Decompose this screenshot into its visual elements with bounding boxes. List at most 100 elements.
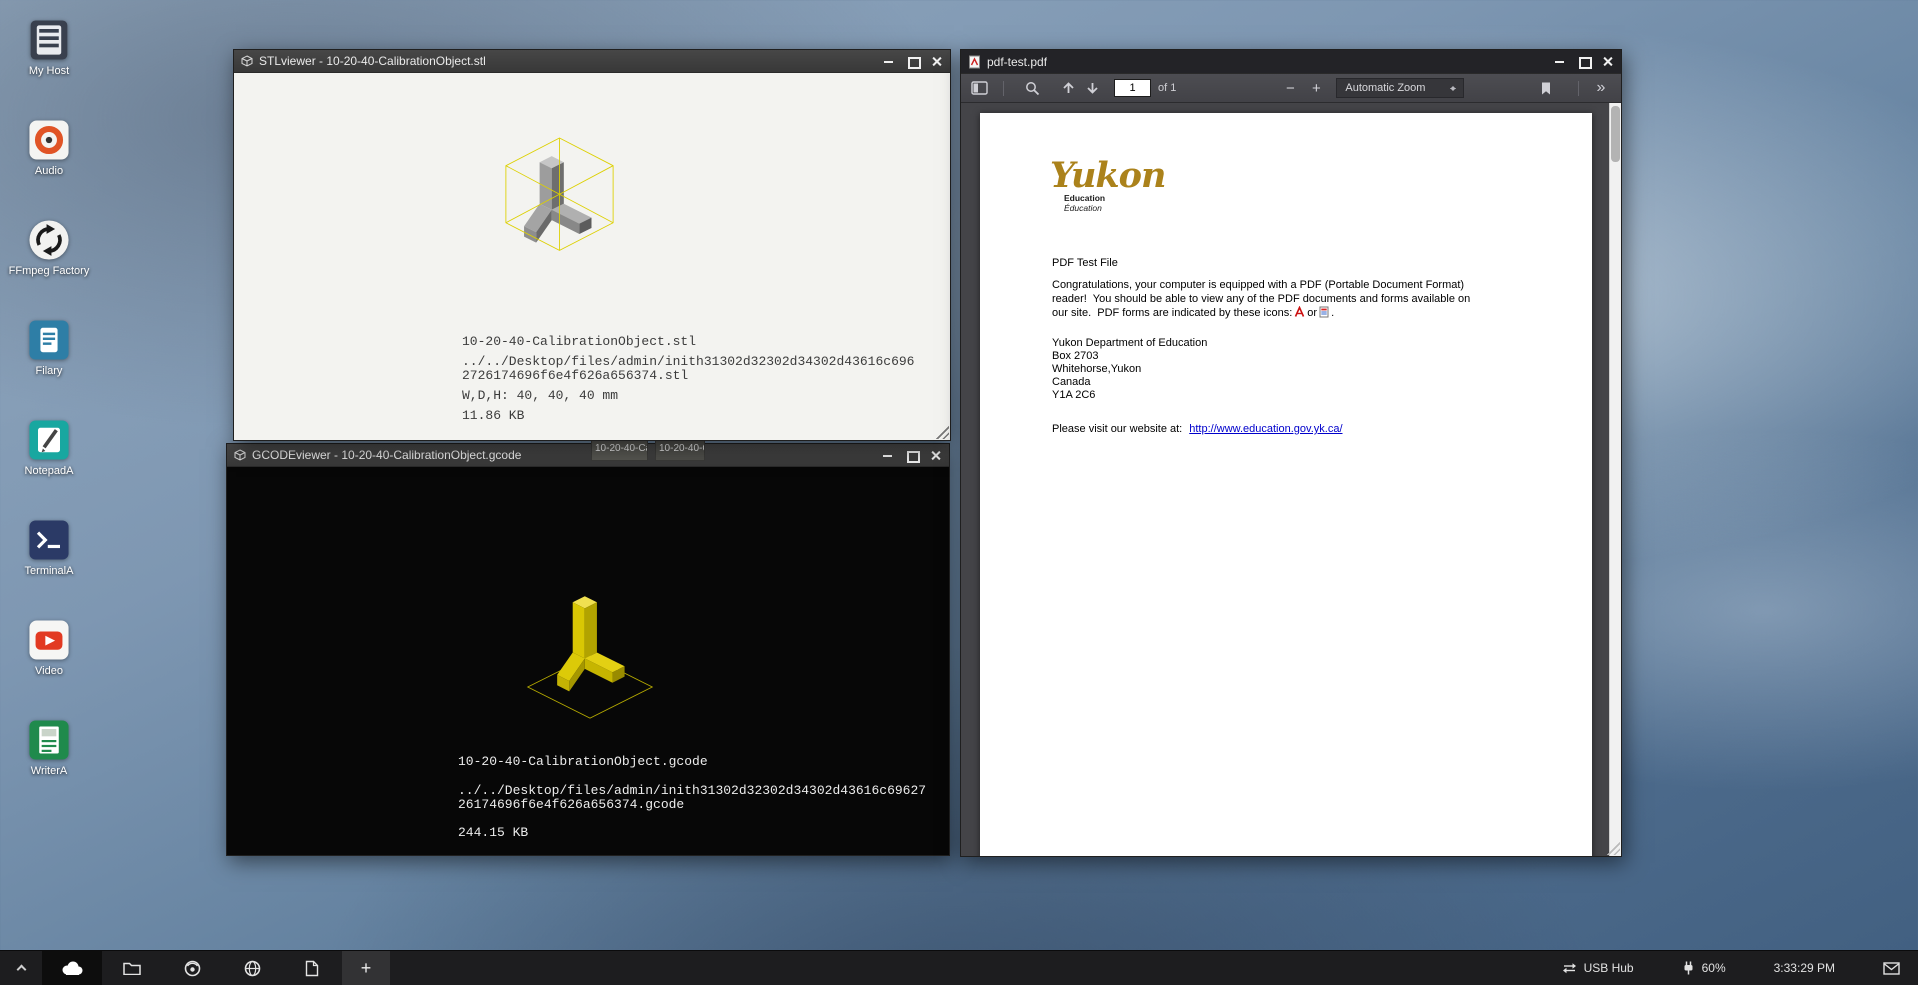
toolbar-overflow-button[interactable]	[1591, 77, 1611, 99]
envelope-icon	[1883, 962, 1900, 975]
next-page-button[interactable]	[1082, 77, 1102, 99]
window-title: pdf-test.pdf	[987, 55, 1047, 69]
gcode-window-titlebar[interactable]: GCODEviewer - 10-20-40-CalibrationObject…	[227, 444, 949, 467]
cube-icon	[241, 55, 253, 67]
swap-arrows-icon	[1562, 962, 1577, 974]
folder-icon	[123, 961, 141, 975]
zoom-out-button[interactable]	[1280, 77, 1300, 99]
taskbar-app2-button[interactable]	[222, 951, 282, 985]
window-title: GCODEviewer - 10-20-40-CalibrationObject…	[252, 448, 521, 462]
desktop-icon-filary[interactable]: Filary	[4, 318, 94, 418]
pdf-document-icon	[968, 55, 981, 69]
taskbar-files-button[interactable]	[102, 951, 162, 985]
zoom-select[interactable]: Automatic Zoom	[1336, 78, 1464, 98]
cloud-icon	[60, 960, 84, 976]
pdf-scrollbar[interactable]	[1609, 103, 1621, 856]
stl-window-titlebar[interactable]: STLviewer - 10-20-40-CalibrationObject.s…	[234, 50, 950, 73]
gcode-filepath: ../../Desktop/files/admin/inith31302d323…	[458, 784, 930, 812]
maximize-button[interactable]	[905, 449, 918, 462]
taskbar-pdf-button[interactable]	[282, 951, 342, 985]
browser-app-icon	[184, 960, 201, 977]
resize-grip[interactable]	[934, 424, 949, 439]
notepad-pencil-icon	[27, 418, 71, 462]
desktop-icon-writera[interactable]: WriterA	[4, 718, 94, 818]
terminal-prompt-icon	[27, 518, 71, 562]
stl-dimensions: W,D,H: 40, 40, 40 mm	[462, 389, 920, 403]
logo-subtitle-fr: Éducation	[1064, 203, 1165, 213]
website-link[interactable]: http://www.education.gov.yk.ca/	[1189, 423, 1342, 435]
desktop-icon-video[interactable]: Video	[4, 618, 94, 718]
stl-viewport[interactable]: 10-20-40-CalibrationObject.stl ../../Des…	[234, 73, 950, 440]
taskbar: USB Hub 60% 3:33:29 PM	[0, 950, 1918, 985]
minimize-button[interactable]	[1553, 55, 1566, 68]
gcode-file-info: 10-20-40-CalibrationObject.gcode ../../D…	[458, 755, 930, 840]
gcode-filesize: 244.15 KB	[458, 826, 930, 840]
toolbar-divider	[1003, 81, 1004, 96]
desktop-icon-notepada[interactable]: NotepadA	[4, 418, 94, 518]
zoom-in-button[interactable]	[1306, 77, 1326, 99]
video-play-icon	[27, 618, 71, 662]
taskbar-app1-button[interactable]	[162, 951, 222, 985]
pdf-viewer-window: pdf-test.pdf of 1 Automatic Zoom	[960, 49, 1622, 857]
battery-status[interactable]: 60%	[1682, 961, 1726, 975]
usb-hub-label: USB Hub	[1584, 961, 1634, 975]
page-number-input[interactable]	[1114, 79, 1151, 97]
pdf-toolbar: of 1 Automatic Zoom	[961, 74, 1621, 103]
scrollbar-thumb[interactable]	[1611, 106, 1620, 162]
minimize-button[interactable]	[882, 55, 895, 68]
yukon-logo: Yukon Education Éducation	[1050, 157, 1165, 213]
close-button[interactable]	[929, 449, 942, 462]
pdf-page: Yukon Education Éducation PDF Test File …	[980, 113, 1592, 856]
audio-speaker-icon	[27, 118, 71, 162]
page-count-label: of 1	[1158, 82, 1176, 94]
circular-arrows-icon	[27, 218, 71, 262]
computer-host-icon	[27, 18, 71, 62]
desktop-icon-label: WriterA	[31, 765, 67, 777]
maximize-button[interactable]	[906, 55, 919, 68]
mail-button[interactable]	[1883, 962, 1900, 975]
document-heading: PDF Test File	[1052, 257, 1118, 269]
cube-icon	[234, 449, 246, 461]
battery-label: 60%	[1702, 961, 1726, 975]
clock[interactable]: 3:33:29 PM	[1774, 961, 1835, 975]
taskbar-status-area: USB Hub 60% 3:33:29 PM	[1562, 961, 1918, 975]
new-tab-button[interactable]	[342, 951, 390, 985]
sidebar-toggle-button[interactable]	[969, 77, 989, 99]
desktop-icon-ffmpeg-factory[interactable]: FFmpeg Factory	[4, 218, 94, 318]
desktop-icon-column: My Host Audio FFmpeg Factory Filary	[4, 18, 94, 818]
previous-page-button[interactable]	[1058, 77, 1078, 99]
show-hidden-icons-button[interactable]	[0, 951, 42, 985]
chevron-up-icon	[16, 965, 26, 975]
stl-filepath: ../../Desktop/files/admin/inith31302d323…	[462, 355, 920, 383]
file-manager-icon	[27, 318, 71, 362]
desktop-icon-my-host[interactable]: My Host	[4, 18, 94, 118]
desktop-icon-audio[interactable]: Audio	[4, 118, 94, 218]
toolbar-divider	[1578, 81, 1579, 96]
pdf-content-area[interactable]: Yukon Education Éducation PDF Test File …	[961, 103, 1621, 856]
desktop-icon-label: Audio	[35, 165, 63, 177]
acrobat-icon	[1294, 306, 1305, 318]
website-line: Please visit our website at:http://www.e…	[1052, 423, 1343, 435]
stl-3d-model	[486, 125, 633, 279]
pdf-form-icon	[1319, 306, 1329, 318]
close-button[interactable]	[1601, 55, 1614, 68]
desktop-icon-terminala[interactable]: TerminalA	[4, 518, 94, 618]
window-title: STLviewer - 10-20-40-CalibrationObject.s…	[259, 54, 486, 68]
minimize-button[interactable]	[881, 449, 894, 462]
close-button[interactable]	[930, 55, 943, 68]
maximize-button[interactable]	[1577, 55, 1590, 68]
desktop-icon-label: TerminalA	[25, 565, 74, 577]
power-plug-icon	[1682, 961, 1695, 975]
bookmark-button[interactable]	[1536, 77, 1556, 99]
gcode-viewer-window: GCODEviewer - 10-20-40-CalibrationObject…	[226, 443, 950, 856]
gcode-viewport[interactable]: 10-20-40-CalibrationObject.gcode ../../D…	[227, 467, 949, 855]
search-button[interactable]	[1022, 77, 1042, 99]
gcode-3d-model	[515, 585, 665, 732]
desktop-icon-label: My Host	[29, 65, 69, 77]
taskbar-cloud-button[interactable]	[42, 951, 102, 985]
desktop-icon-label: Video	[35, 665, 63, 677]
usb-hub-status[interactable]: USB Hub	[1562, 961, 1634, 975]
pdf-window-titlebar[interactable]: pdf-test.pdf	[961, 50, 1621, 74]
stl-file-info: 10-20-40-CalibrationObject.stl ../../Des…	[462, 335, 920, 423]
desktop-icon-label: Filary	[36, 365, 63, 377]
